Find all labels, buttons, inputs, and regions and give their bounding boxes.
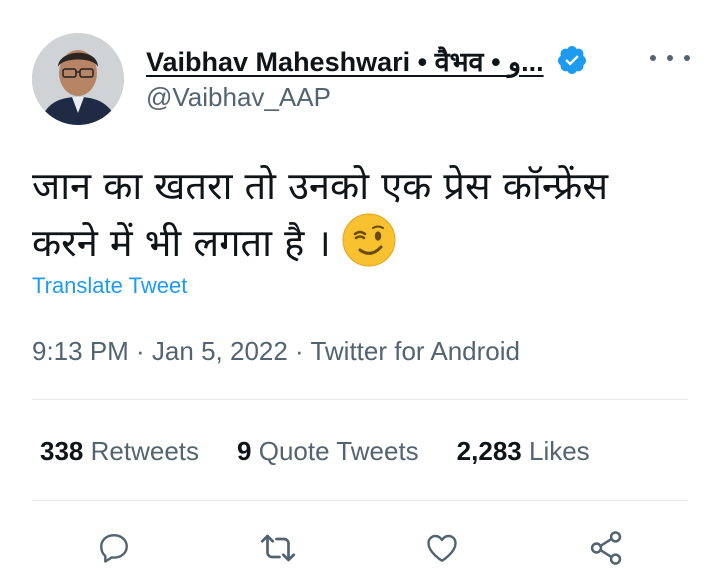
reply-icon[interactable] — [92, 526, 136, 570]
retweet-icon[interactable] — [256, 526, 300, 570]
avatar[interactable] — [32, 33, 124, 125]
verified-badge-icon — [557, 46, 586, 74]
tweet-action-bar — [0, 522, 720, 572]
tweet-timestamp[interactable]: 9:13 PM · Jan 5, 2022 · Twitter for Andr… — [32, 336, 520, 367]
tweet-text-line-2: करने में भी लगता है । — [32, 212, 692, 269]
stat-likes[interactable]: 2,283 Likes — [457, 436, 590, 467]
author-display-name[interactable]: Vaibhav Maheshwari • वैभव • و... — [146, 42, 544, 79]
avatar-image — [32, 33, 124, 125]
author-name-row: Vaibhav Maheshwari • वैभव • و... — [146, 40, 588, 80]
like-icon[interactable] — [420, 526, 464, 570]
divider-top — [32, 399, 688, 400]
tweet-text-line-2-text: करने में भी लगता है । — [32, 221, 331, 265]
author-handle[interactable]: @Vaibhav_AAP — [146, 82, 331, 113]
tweet-text-line-1: जान का खतरा तो उनको एक प्रेस कॉन्फ्रेंस — [32, 164, 609, 208]
tweet-text: जान का खतरा तो उनको एक प्रेस कॉन्फ्रेंस … — [32, 160, 692, 269]
winking-face-emoji-icon — [342, 213, 396, 267]
tweet-stats: 338 Retweets 9 Quote Tweets 2,283 Likes — [40, 436, 628, 467]
stat-quote-tweets[interactable]: 9 Quote Tweets — [237, 436, 419, 467]
stat-retweets[interactable]: 338 Retweets — [40, 436, 199, 467]
translate-tweet-link[interactable]: Translate Tweet — [32, 273, 187, 299]
share-icon[interactable] — [584, 526, 628, 570]
more-options-icon[interactable] — [650, 46, 690, 70]
divider-bottom — [32, 500, 688, 501]
